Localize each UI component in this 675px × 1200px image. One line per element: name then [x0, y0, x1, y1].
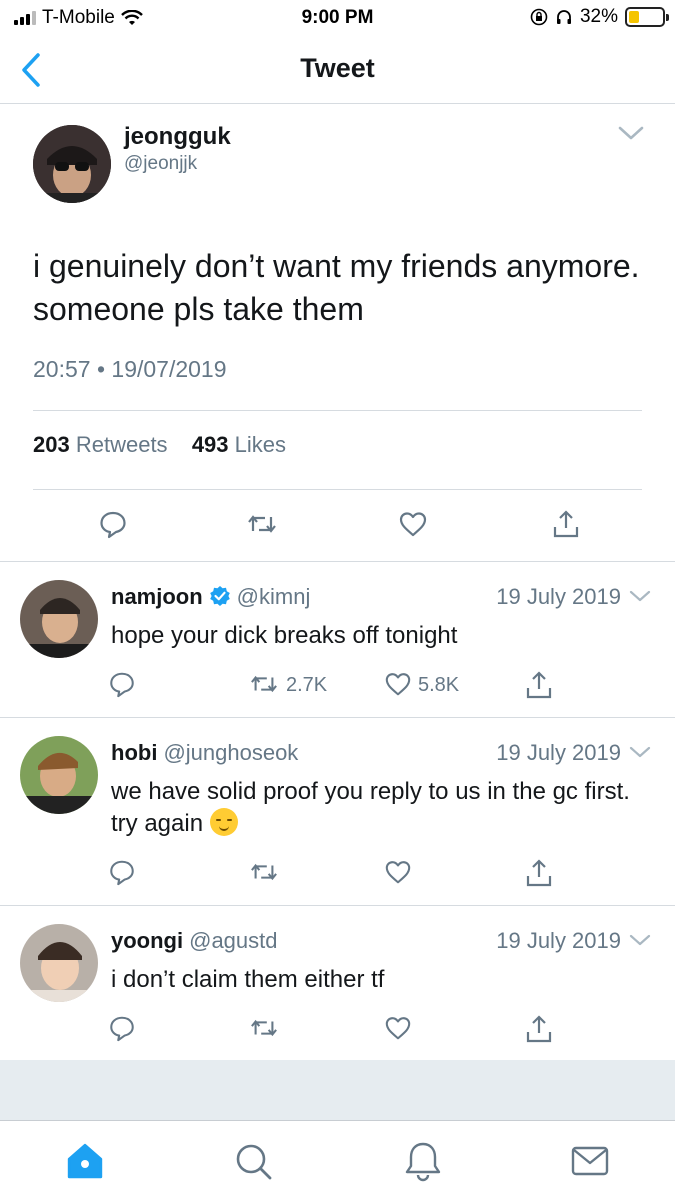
reply-header: hobi @junghoseok: [111, 740, 298, 766]
reply-like-count: 5.8K: [418, 674, 460, 696]
tweet-stats: 203 Retweets 493 Likes: [33, 432, 286, 458]
avatar-image: [20, 736, 98, 814]
reply-text: i don’t claim them either tf: [111, 966, 385, 993]
avatar[interactable]: [33, 125, 111, 203]
status-right-group: 32%: [530, 6, 669, 28]
timestamp-separator: •: [96, 356, 106, 382]
reply-item[interactable]: hobi @junghoseok 19 July 2019 we have sol…: [0, 718, 675, 906]
tweet-date: 19/07/2019: [111, 356, 227, 382]
like-icon[interactable]: [398, 509, 428, 539]
reply-author-name[interactable]: yoongi: [111, 928, 183, 953]
share-icon[interactable]: [524, 670, 554, 700]
likes-count[interactable]: 493: [192, 432, 229, 457]
avatar[interactable]: [20, 924, 98, 1002]
like-icon[interactable]: [384, 670, 412, 698]
reply-text-body: we have solid proof you reply to us in t…: [111, 778, 630, 837]
tab-bar: [0, 1120, 675, 1200]
reply-text: we have solid proof you reply to us in t…: [111, 776, 651, 840]
main-tweet: jeongguk @jeonjjk i genuinely don’t want…: [0, 105, 675, 562]
share-icon[interactable]: [551, 509, 581, 539]
avatar-image: [33, 125, 111, 203]
reply-actions: [0, 1014, 675, 1050]
reply-actions: [0, 858, 675, 894]
chevron-down-icon[interactable]: [617, 123, 645, 143]
avatar-image: [20, 580, 98, 658]
reply-icon[interactable]: [108, 1014, 136, 1042]
reply-retweet-count: 2.7K: [286, 674, 328, 696]
tweet-timestamp: 20:57 • 19/07/2019: [33, 356, 227, 383]
reply-date: 19 July 2019: [496, 928, 621, 953]
reply-item[interactable]: namjoon @kimnj 19 July 2019 hope your di…: [0, 562, 675, 718]
headphones-icon: [556, 10, 571, 24]
battery-percent: 32%: [579, 6, 618, 27]
orientation-lock-icon: [530, 8, 548, 26]
page-title: Tweet: [300, 53, 375, 83]
chevron-down-icon[interactable]: [629, 932, 651, 948]
avatar[interactable]: [20, 736, 98, 814]
timeline-end-spacer: [0, 1060, 675, 1120]
tweet-time: 20:57: [33, 356, 91, 382]
author-name[interactable]: jeongguk: [124, 123, 231, 151]
reply-author-name[interactable]: hobi: [111, 740, 157, 765]
nav-header: Tweet: [0, 36, 675, 104]
home-icon[interactable]: [63, 1139, 107, 1183]
retweets-count[interactable]: 203: [33, 432, 70, 457]
retweet-icon[interactable]: [250, 858, 278, 886]
reply-actions: 2.7K 5.8K: [0, 670, 675, 706]
chevron-down-icon[interactable]: [629, 588, 651, 604]
like-icon[interactable]: [384, 1014, 412, 1042]
avatar[interactable]: [20, 580, 98, 658]
reply-header: namjoon @kimnj: [111, 584, 310, 610]
relieved-face-emoji-icon: [209, 808, 238, 836]
retweet-icon[interactable]: [250, 1014, 278, 1042]
reply-date: 19 July 2019: [496, 584, 621, 609]
share-icon[interactable]: [524, 1014, 554, 1044]
notifications-icon[interactable]: [401, 1139, 445, 1183]
search-icon[interactable]: [231, 1139, 275, 1183]
likes-label[interactable]: Likes: [235, 432, 286, 457]
divider: [33, 489, 642, 490]
author-handle[interactable]: @jeonjjk: [124, 153, 197, 175]
divider: [33, 410, 642, 411]
reply-item[interactable]: yoongi @agustd 19 July 2019 i don’t claim…: [0, 906, 675, 1060]
reply-text: hope your dick breaks off tonight: [111, 622, 458, 649]
reply-author-handle[interactable]: @junghoseok: [163, 740, 298, 765]
retweet-icon[interactable]: [250, 670, 278, 698]
reply-date: 19 July 2019: [496, 740, 621, 765]
reply-icon[interactable]: [98, 509, 128, 539]
messages-icon[interactable]: [568, 1139, 612, 1183]
share-icon[interactable]: [524, 858, 554, 888]
avatar-image: [20, 924, 98, 1002]
reply-icon[interactable]: [108, 858, 136, 886]
reply-author-handle[interactable]: @kimnj: [237, 584, 311, 609]
like-icon[interactable]: [384, 858, 412, 886]
reply-icon[interactable]: [108, 670, 136, 698]
verified-badge-icon: [209, 586, 230, 606]
reply-author-name[interactable]: namjoon: [111, 584, 203, 609]
reply-header: yoongi @agustd: [111, 928, 278, 954]
tweet-actions: [0, 509, 675, 549]
retweets-label[interactable]: Retweets: [76, 432, 168, 457]
battery-icon: [625, 7, 669, 27]
tweet-text: i genuinely don’t want my friends anymor…: [33, 248, 640, 327]
reply-author-handle[interactable]: @agustd: [189, 928, 277, 953]
chevron-down-icon[interactable]: [629, 744, 651, 760]
retweet-icon[interactable]: [247, 509, 277, 539]
status-bar: T-Mobile 9:00 PM 32%: [0, 0, 675, 36]
